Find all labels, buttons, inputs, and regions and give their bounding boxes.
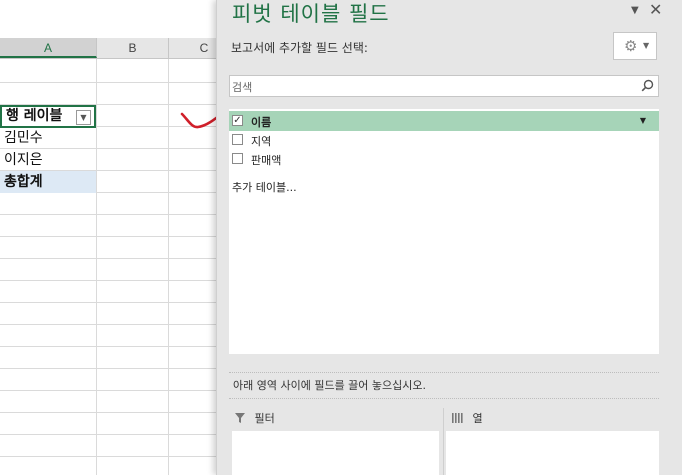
pane-title: 피벗 테이블 필드 [232, 2, 390, 26]
field-checkbox[interactable]: ✓ [232, 115, 243, 126]
grid-line [0, 82, 240, 83]
gear-icon: ⚙ [624, 37, 638, 55]
grid-line [0, 280, 240, 281]
columns-area-title: 열 [452, 410, 483, 426]
row-labels-header-cell[interactable]: 행 레이블 ▼ [0, 105, 96, 128]
field-dropdown-icon[interactable]: ▼ [640, 116, 646, 125]
grid-line [0, 258, 240, 259]
field-item-sales[interactable]: 판매액 [229, 149, 659, 169]
area-vertical-divider [443, 408, 444, 475]
choose-fields-label: 보고서에 추가할 필드 선택: [231, 41, 368, 55]
grid-line [0, 434, 240, 435]
drag-fields-hint: 아래 영역 사이에 필드를 끌어 놓으십시오. [233, 379, 427, 392]
columns-area-label: 열 [472, 412, 483, 425]
search-field[interactable]: 검색 [229, 75, 659, 97]
search-icon[interactable] [641, 79, 654, 92]
pivot-table-fields-pane: 피벗 테이블 필드 ▼ ✕ 보고서에 추가할 필드 선택: ⚙ ▼ 검색 ✓ 이… [216, 0, 682, 475]
field-checkbox[interactable] [232, 153, 243, 164]
grid-line [0, 456, 240, 457]
field-item-name[interactable]: ✓ 이름 ▼ [229, 111, 659, 131]
field-label: 이름 [251, 116, 272, 129]
row-labels-header-text: 행 레이블 [6, 108, 63, 124]
more-tables-link[interactable]: 추가 테이블... [232, 179, 297, 195]
filters-area-label: 필터 [254, 412, 275, 425]
grid-line [0, 390, 240, 391]
area-divider [229, 398, 659, 399]
filters-area-title: 필터 [235, 410, 275, 426]
column-header-b[interactable]: B [97, 38, 169, 58]
columns-icon [452, 413, 463, 423]
grid-line [0, 214, 240, 215]
field-label: 지역 [251, 135, 272, 148]
grid-line [0, 324, 240, 325]
section-divider [229, 372, 659, 373]
field-list: ✓ 이름 ▼ 지역 판매액 추가 테이블... [229, 109, 659, 354]
columns-drop-zone[interactable] [446, 431, 659, 475]
tools-button[interactable]: ⚙ ▼ [613, 32, 657, 60]
filter-dropdown-icon[interactable]: ▼ [76, 110, 91, 125]
search-placeholder: 검색 [232, 81, 253, 94]
close-icon[interactable]: ✕ [649, 0, 662, 19]
grand-total-cell[interactable]: 총합계 [0, 171, 96, 193]
pivot-row-cell[interactable]: 김민수 [0, 127, 96, 149]
chevron-down-icon: ▼ [643, 41, 650, 50]
grid-line [0, 236, 240, 237]
field-checkbox[interactable] [232, 134, 243, 145]
grid-line [0, 302, 240, 303]
column-header-a[interactable]: A [0, 38, 97, 58]
task-pane-options-icon[interactable]: ▼ [631, 5, 639, 16]
grid-line [0, 412, 240, 413]
filters-drop-zone[interactable] [232, 431, 439, 475]
grid-line [0, 368, 240, 369]
field-label: 판매액 [251, 154, 282, 167]
pivot-row-cell[interactable]: 이지은 [0, 149, 96, 171]
field-item-region[interactable]: 지역 [229, 130, 659, 150]
grid-line [0, 346, 240, 347]
filter-icon [235, 413, 245, 423]
